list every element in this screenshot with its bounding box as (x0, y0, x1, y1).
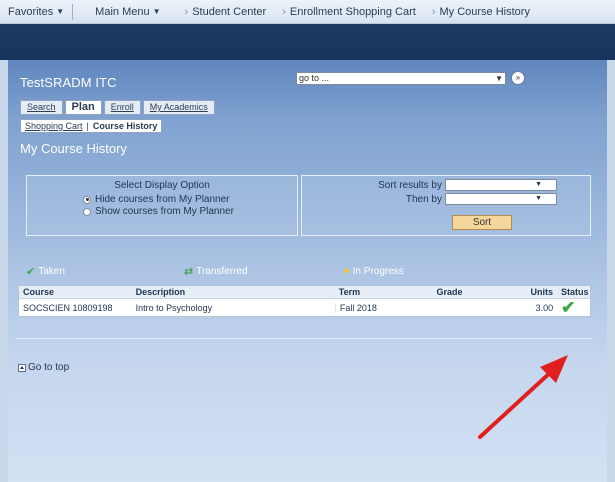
radio-hide-courses[interactable]: Hide courses from My Planner (83, 194, 230, 205)
table-header-row: Course Description Term Grade Units Stat… (19, 286, 590, 299)
display-option-box: Select Display Option Hide courses from … (26, 175, 298, 236)
go-to-top-label: Go to top (28, 362, 70, 373)
red-arrow-annotation (478, 355, 568, 439)
description-cell: Intro to Psychology (135, 302, 213, 313)
legend-taken: ✔ Taken (26, 265, 65, 278)
section-divider (16, 338, 592, 339)
column-header[interactable]: Course (19, 287, 132, 297)
dropdown-arrow-icon: ▼ (535, 181, 542, 188)
favorites-menu[interactable]: Favorites ▼ (0, 6, 72, 18)
transfer-arrow-icon: ⇄ (184, 266, 194, 278)
goto-select[interactable]: go to ... ▼ (296, 72, 506, 85)
column-header[interactable]: Term (335, 287, 433, 297)
up-arrow-icon (18, 363, 26, 372)
radio-hide-label: Hide courses from My Planner (95, 194, 230, 205)
table-row: SOCSCIEN 10809198 Intro to Psychology Fa… (19, 299, 590, 316)
double-chevron-right-icon: » (515, 73, 521, 82)
breadcrumb-student-center[interactable]: › Student Center (177, 6, 275, 18)
sort-button[interactable]: Sort (452, 215, 512, 230)
sort-box: Sort results by ▼ Then by ▼ Sort (301, 175, 591, 236)
column-header[interactable]: Units (512, 287, 557, 297)
sub-tabs: Shopping Cart | Course History (20, 119, 163, 133)
units-cell: 3.00 (535, 302, 554, 313)
radio-show-label: Show courses from My Planner (95, 206, 234, 217)
legend-transferred-label: Transferred (196, 266, 248, 277)
radio-selected-icon (83, 195, 91, 204)
in-progress-dot-icon: ● (343, 265, 350, 277)
check-icon: ✔ (561, 297, 576, 317)
then-by-label: Then by (405, 194, 442, 205)
favorites-caret-icon: ▼ (56, 7, 65, 16)
breadcrumb-label: Enrollment Shopping Cart (289, 5, 416, 18)
goto-forward-button[interactable]: » (511, 71, 525, 85)
dropdown-arrow-icon: ▼ (495, 74, 503, 83)
nav-divider (72, 3, 74, 20)
breadcrumb-my-course-history[interactable]: › My Course History (424, 6, 538, 18)
page-title: My Course History (20, 141, 127, 156)
then-by-select[interactable]: ▼ (445, 193, 557, 205)
status-cell: ✔ (557, 297, 590, 317)
header-banner (0, 24, 615, 60)
radio-unselected-icon (83, 207, 91, 216)
radio-show-courses[interactable]: Show courses from My Planner (83, 206, 234, 217)
course-history-table: Course Description Term Grade Units Stat… (18, 285, 591, 317)
course-cell: SOCSCIEN 10809198 (23, 302, 113, 313)
tab-search[interactable]: Search (20, 100, 63, 115)
dropdown-arrow-icon: ▼ (535, 195, 542, 202)
breadcrumb-separator-icon: › (184, 5, 189, 18)
institution-title: TestSRADM ITC (20, 75, 117, 90)
favorites-label: Favorites (8, 5, 54, 18)
column-header[interactable]: Description (132, 287, 335, 297)
main-menu-caret-icon: ▼ (152, 7, 161, 16)
breadcrumb-separator-icon: › (431, 5, 436, 18)
breadcrumb-enrollment-shopping-cart[interactable]: › Enrollment Shopping Cart (274, 6, 424, 18)
tab-plan[interactable]: Plan (64, 100, 102, 115)
breadcrumb-label: Student Center (192, 5, 267, 18)
tab-my-academics[interactable]: My Academics (142, 100, 215, 115)
main-menu[interactable]: Main Menu ▼ (87, 6, 168, 18)
legend-transferred: ⇄ Transferred (184, 265, 248, 278)
legend-taken-label: Taken (38, 266, 65, 277)
breadcrumb-separator-icon: › (282, 5, 286, 18)
sort-by-label: Sort results by (378, 180, 442, 191)
column-header[interactable]: Grade (432, 287, 512, 297)
breadcrumb-label: My Course History (439, 5, 530, 18)
column-header[interactable]: Status (557, 287, 590, 297)
top-navigation-bar: Favorites ▼ Main Menu ▼ › Student Center › E… (0, 0, 615, 24)
check-circle-icon: ✔ (26, 266, 36, 278)
display-option-heading: Select Display Option (114, 180, 210, 191)
main-tabs: Search Plan Enroll My Academics (20, 100, 215, 115)
go-to-top-link[interactable]: Go to top (18, 362, 69, 373)
goto-select-value: go to ... (299, 73, 330, 83)
subtab-divider: | (86, 121, 89, 131)
term-cell: Fall 2018 (334, 302, 433, 313)
legend-in-progress-label: In Progress (352, 265, 404, 277)
tab-enroll[interactable]: Enroll (103, 100, 141, 115)
subtab-course-history[interactable]: Course History (93, 120, 158, 132)
main-menu-label: Main Menu (95, 5, 150, 18)
legend-in-progress: ● In Progress (343, 265, 404, 277)
main-content: TestSRADM ITC go to ... ▼ » Search Plan E… (8, 60, 607, 482)
subtab-shopping-cart[interactable]: Shopping Cart (25, 120, 83, 132)
sort-by-select[interactable]: ▼ (445, 179, 557, 191)
